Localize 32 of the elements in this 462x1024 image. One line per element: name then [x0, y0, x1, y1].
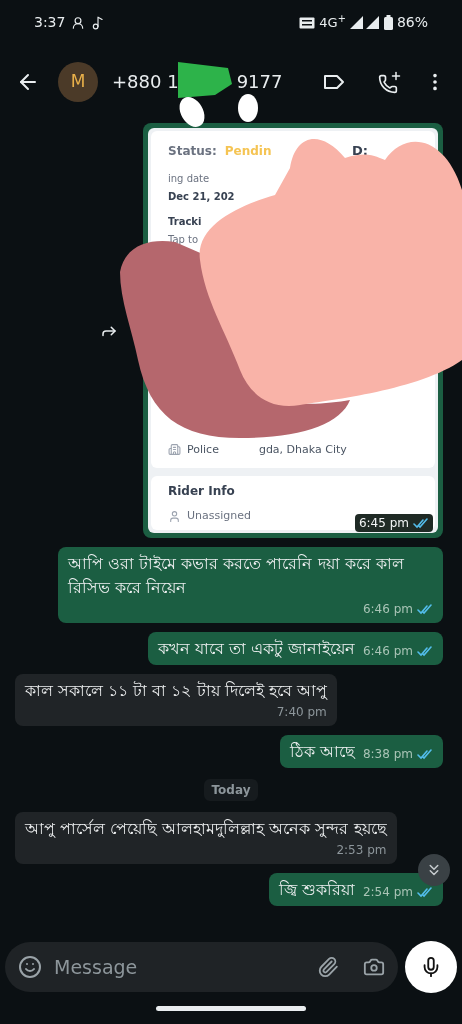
contact-avatar[interactable]: M: [58, 61, 98, 102]
network-type: 4G$^{+}$: [319, 12, 346, 32]
message-time: 6:46 pm: [362, 643, 413, 660]
message-text: কাল সকালে ১১ টা বা ১২ টায় দিলেই হবে আপু: [25, 680, 327, 702]
rider-value: Unassigned: [187, 508, 251, 525]
phone-number-end: 9177: [236, 70, 283, 94]
message-text: জ্বি শুকরিয়া: [278, 879, 355, 901]
address-start: Police: [187, 441, 219, 458]
clock-time: 3:37: [34, 13, 66, 32]
tracking-label: Tracki: [168, 214, 203, 229]
message-text: ঠিক আছে: [289, 741, 355, 763]
message-time: 2:54 pm: [362, 884, 413, 901]
message-text: আপি ওরা টাইমে কভার করতে পারেনি দয়া করে কাল রিসিভ করে নিয়েন: [68, 553, 405, 599]
status-label: Status:: [168, 142, 217, 160]
message-time: 8:38 pm: [362, 746, 413, 763]
battery-percent: 86%: [396, 13, 428, 32]
message-time: 6:45 pm: [358, 515, 409, 532]
status-value: Pendin: [224, 142, 272, 160]
message-time: 7:40 pm: [276, 704, 327, 721]
phone-number-start: +880 1: [112, 70, 179, 94]
message-time: 2:53 pm: [336, 842, 387, 859]
rider-title: Rider Info: [168, 483, 236, 501]
message-input-field[interactable]: Message: [5, 942, 398, 992]
date-label: ing date: [168, 171, 211, 186]
date-chip: Today: [203, 779, 259, 801]
address-end: gda, Dhaka City: [258, 441, 347, 458]
message-text: কখন যাবে তা একটু জানাইয়েন: [157, 638, 355, 660]
message-input[interactable]: Message: [54, 952, 274, 982]
id-fragment: D:: [352, 142, 368, 160]
message-text: আপু পার্সেল পেয়েছি আলহামদুলিল্লাহ অনেক সুন্দর হয়ছে: [25, 818, 387, 840]
date-value: Dec 21, 202: [168, 189, 236, 204]
message-time: 6:46 pm: [362, 601, 413, 618]
